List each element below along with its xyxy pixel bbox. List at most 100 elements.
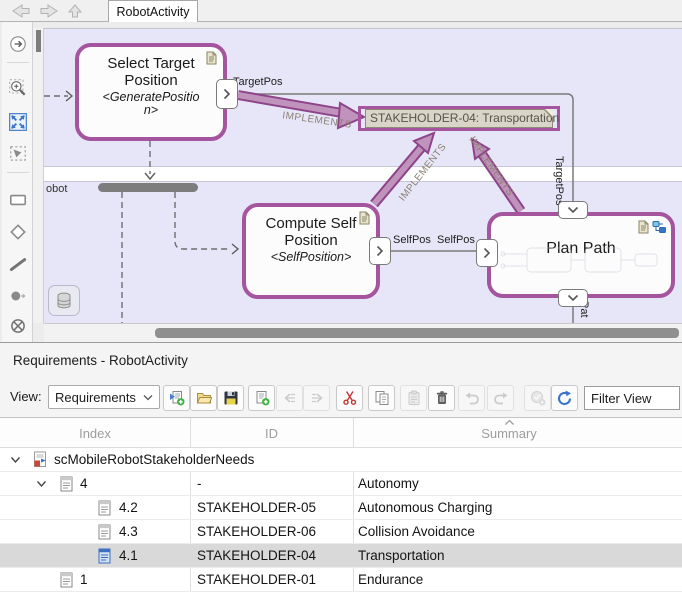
paste-button[interactable] xyxy=(400,385,427,411)
cell-id[interactable]: - xyxy=(197,476,202,491)
cell-id[interactable]: STAKEHOLDER-04 xyxy=(197,548,316,563)
redo-button[interactable] xyxy=(487,385,514,411)
table-row-requirement-set[interactable]: scMobileRobotStakeholderNeeds xyxy=(0,448,682,472)
block-title: Select Target Position xyxy=(79,56,223,90)
pan-icon[interactable] xyxy=(8,34,28,54)
block-compute-self-position[interactable]: Compute Self Position <SelfPosition> xyxy=(242,203,380,299)
undo-button[interactable] xyxy=(458,385,485,411)
cell-id[interactable]: STAKEHOLDER-05 xyxy=(197,500,316,515)
column-header-index[interactable]: Index xyxy=(0,426,190,441)
chevron-down-icon[interactable] xyxy=(36,480,47,488)
plan-path-top-port[interactable] xyxy=(558,201,588,219)
copy-button[interactable] xyxy=(368,385,395,411)
horizontal-scrollbar-thumb[interactable] xyxy=(155,328,679,338)
view-label: View: xyxy=(10,389,42,404)
behavior-model-icon xyxy=(652,220,666,234)
subdiagram-preview xyxy=(499,244,663,278)
fit-to-view-icon[interactable] xyxy=(8,112,28,132)
line-icon[interactable] xyxy=(8,254,28,274)
plan-path-input-port[interactable] xyxy=(476,239,498,267)
vertical-scrollbar-thumb[interactable] xyxy=(36,30,41,52)
database-icon xyxy=(56,292,72,310)
column-header-id[interactable]: ID xyxy=(190,426,353,441)
open-button[interactable] xyxy=(190,385,217,411)
table-row-selected[interactable]: 4.1 STAKEHOLDER-04 Transportation xyxy=(0,544,682,568)
sort-ascending-icon[interactable] xyxy=(504,419,515,426)
vertical-scrollbar[interactable] xyxy=(33,28,44,323)
requirement-icon-selected xyxy=(98,548,111,564)
save-button[interactable] xyxy=(217,385,244,411)
cell-index[interactable]: 4.2 xyxy=(119,500,138,515)
document-icon xyxy=(205,51,218,65)
cell-id[interactable]: STAKEHOLDER-01 xyxy=(197,572,316,587)
select-target-output-port[interactable] xyxy=(216,79,238,109)
table-row[interactable]: 4.3 STAKEHOLDER-06 Collision Avoidance xyxy=(0,520,682,544)
lane-label: obot xyxy=(46,183,67,195)
cell-summary[interactable]: Autonomous Charging xyxy=(358,500,492,515)
selfpos-label: SelfPos xyxy=(393,234,431,246)
horizontal-scrollbar[interactable] xyxy=(44,323,682,342)
rectangle-icon[interactable] xyxy=(8,190,28,210)
refresh-button[interactable] xyxy=(551,385,578,411)
folded-corner xyxy=(545,109,553,117)
requirement-icon xyxy=(98,524,111,540)
cell-summary[interactable]: Endurance xyxy=(358,572,423,587)
cut-button[interactable] xyxy=(336,385,363,411)
cell-index[interactable]: 4.1 xyxy=(119,548,138,563)
view-dropdown[interactable]: Requirements xyxy=(48,385,160,409)
cell-summary[interactable]: Collision Avoidance xyxy=(358,524,475,539)
plan-path-bottom-port[interactable] xyxy=(558,289,588,307)
cell-id[interactable]: STAKEHOLDER-06 xyxy=(197,524,316,539)
chevron-down-icon xyxy=(567,206,579,214)
final-node-icon[interactable] xyxy=(8,316,28,336)
block-stereotype: <SelfPosition> xyxy=(246,251,376,265)
cell-index[interactable]: 4.3 xyxy=(119,524,138,539)
add-requirement-button[interactable] xyxy=(248,385,275,411)
note-text: STAKEHOLDER-04: Transportation xyxy=(370,111,559,125)
block-title: Compute Self Position xyxy=(246,216,376,250)
delete-button[interactable] xyxy=(428,385,455,411)
diagram-area: obot xyxy=(0,22,682,342)
new-requirement-set-button[interactable] xyxy=(163,385,190,411)
cell-summary[interactable]: Transportation xyxy=(358,548,445,563)
back-icon[interactable] xyxy=(10,3,32,19)
cell-index[interactable]: 4 xyxy=(80,476,88,491)
cell-index[interactable]: 1 xyxy=(80,572,88,587)
tab-robotactivity[interactable]: RobotActivity xyxy=(108,0,198,22)
check-add-icon xyxy=(530,390,546,406)
data-store-button[interactable] xyxy=(48,285,80,316)
block-select-target-position[interactable]: Select Target Position <GeneratePositio … xyxy=(75,43,227,141)
table-header: Index ID Summary xyxy=(0,418,682,448)
column-header-summary[interactable]: Summary xyxy=(353,426,665,441)
demote-button[interactable] xyxy=(303,385,330,411)
link-check-button[interactable] xyxy=(524,385,551,411)
save-icon xyxy=(223,390,239,406)
stakeholder-note[interactable]: STAKEHOLDER-04: Transportation xyxy=(365,109,553,128)
filter-view-input[interactable] xyxy=(584,386,680,410)
refresh-icon xyxy=(556,390,573,407)
table-row[interactable]: 4 - Autonomy xyxy=(0,472,682,496)
chevron-down-icon[interactable] xyxy=(10,456,21,464)
compute-self-output-port[interactable] xyxy=(369,237,391,265)
fork-bar[interactable] xyxy=(98,183,198,192)
cell-summary[interactable]: Autonomy xyxy=(358,476,419,491)
cell-index[interactable]: scMobileRobotStakeholderNeeds xyxy=(54,452,254,467)
block-plan-path[interactable]: Plan Path xyxy=(487,212,675,298)
selfpos-label: SelfPos xyxy=(437,234,475,246)
up-icon[interactable] xyxy=(66,3,84,19)
folder-icon xyxy=(196,390,212,406)
forward-icon[interactable] xyxy=(38,3,60,19)
promote-button[interactable] xyxy=(276,385,303,411)
block-stereotype: <GeneratePositio n> xyxy=(79,91,223,119)
diagram-canvas[interactable]: obot xyxy=(44,28,682,323)
initial-node-icon[interactable] xyxy=(8,286,28,306)
table-row[interactable]: 4.2 STAKEHOLDER-05 Autonomous Charging xyxy=(0,496,682,520)
table-row[interactable]: 1 STAKEHOLDER-01 Endurance xyxy=(0,568,682,592)
select-zoom-icon[interactable] xyxy=(8,144,28,164)
marquee-zoom-icon[interactable] xyxy=(8,78,28,98)
dashed-flow-into-compute[interactable] xyxy=(175,192,230,249)
targetpos-vertical-label: TargetPos xyxy=(553,156,565,206)
cut-icon xyxy=(342,390,358,406)
diamond-icon[interactable] xyxy=(8,222,28,242)
chevron-down-icon xyxy=(567,294,579,302)
